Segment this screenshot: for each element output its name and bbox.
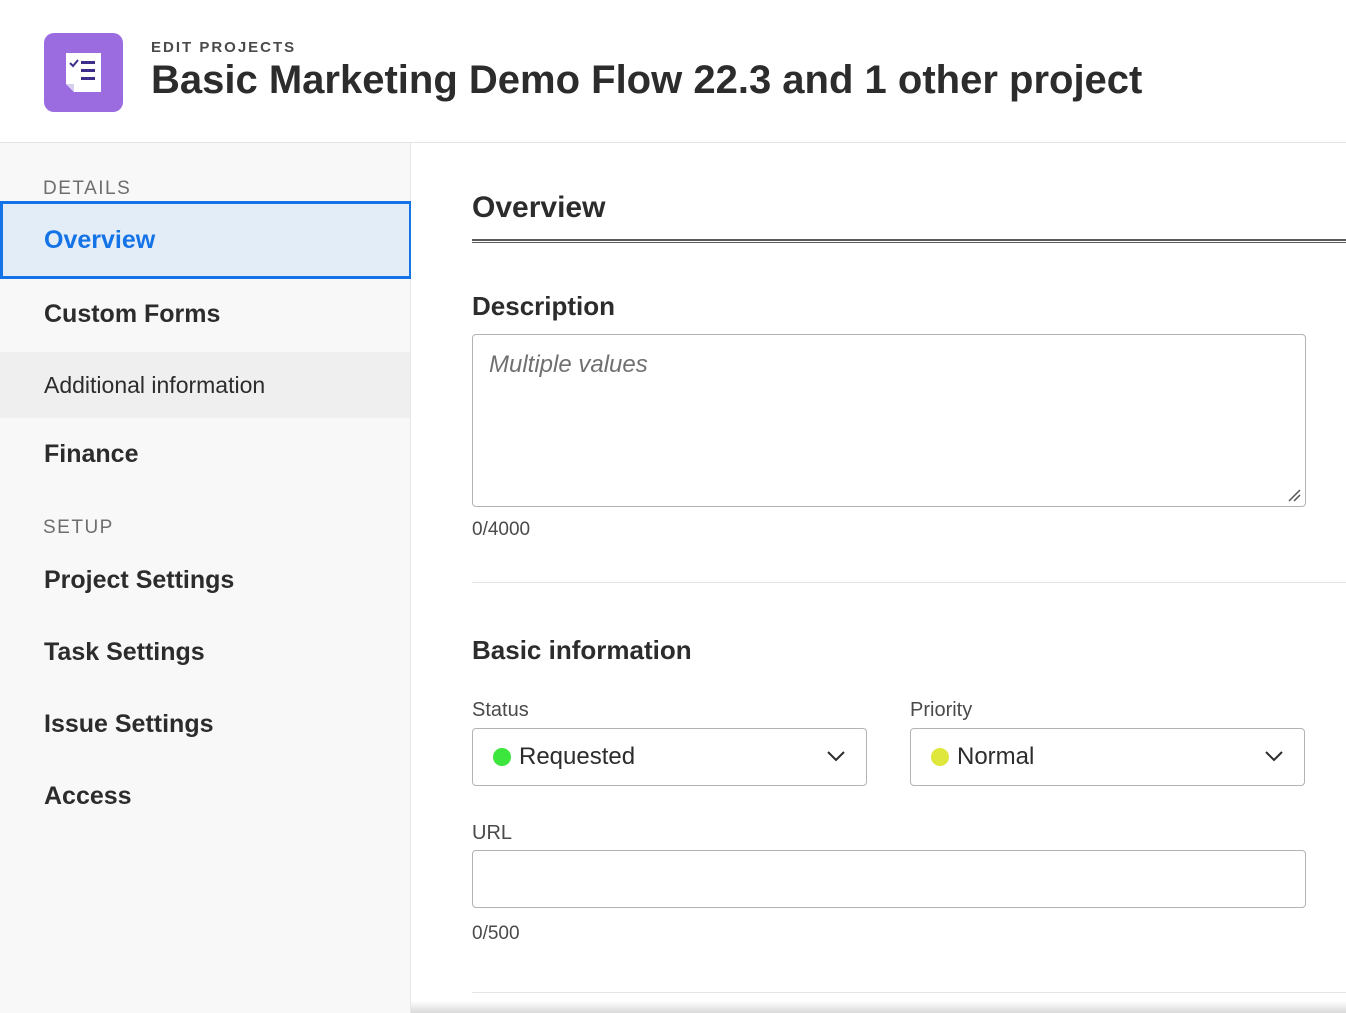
sidebar-item-label: Finance [44, 439, 139, 468]
sidebar-section-setup: SETUP [43, 517, 114, 538]
sidebar-section-details: DETAILS [43, 178, 132, 199]
scroll-shadow [411, 1001, 1346, 1013]
status-select[interactable]: Requested [472, 728, 867, 786]
sidebar-item-additional-information[interactable]: Additional information [0, 352, 410, 418]
status-dot [493, 748, 511, 766]
status-label: Status [472, 699, 529, 721]
status-value: Requested [519, 743, 636, 770]
priority-label: Priority [910, 699, 973, 721]
sidebar-item-project-settings[interactable]: Project Settings [0, 547, 410, 613]
sidebar-item-label: Issue Settings [44, 709, 214, 738]
sidebar: DETAILS Overview Custom Forms Additional… [0, 143, 412, 1013]
url-label: URL [472, 822, 513, 844]
section-title-rule [472, 239, 1346, 243]
sidebar-item-finance[interactable]: Finance [0, 421, 410, 487]
description-placeholder: Multiple values [489, 351, 648, 378]
sidebar-item-label: Task Settings [44, 637, 205, 666]
sidebar-item-label: Custom Forms [44, 299, 221, 328]
sidebar-item-label: Overview [44, 225, 156, 254]
main-content: Overview Description Multiple values 0/4… [411, 143, 1346, 1013]
basic-information-heading: Basic information [472, 635, 692, 665]
description-counter: 0/4000 [472, 519, 531, 540]
section-divider [472, 582, 1346, 583]
sidebar-item-task-settings[interactable]: Task Settings [0, 619, 410, 685]
sidebar-item-custom-forms[interactable]: Custom Forms [0, 281, 410, 347]
page-header: EDIT PROJECTS Basic Marketing Demo Flow … [0, 0, 1346, 143]
chevron-down-icon [827, 751, 845, 762]
sidebar-item-label: Project Settings [44, 565, 235, 594]
sidebar-item-overview[interactable]: Overview [0, 201, 412, 279]
url-counter: 0/500 [472, 923, 520, 944]
sidebar-item-label: Access [44, 781, 132, 810]
section-divider [472, 992, 1346, 993]
section-title: Overview [472, 191, 606, 224]
description-textarea[interactable]: Multiple values [472, 334, 1306, 507]
page-title: Basic Marketing Demo Flow 22.3 and 1 oth… [151, 58, 1143, 102]
sidebar-item-label: Additional information [44, 371, 266, 398]
sidebar-item-access[interactable]: Access [0, 763, 410, 829]
url-input[interactable] [472, 850, 1306, 908]
resize-handle-icon[interactable] [1287, 488, 1301, 502]
sidebar-item-issue-settings[interactable]: Issue Settings [0, 691, 410, 757]
priority-dot [931, 748, 949, 766]
description-heading: Description [472, 291, 616, 321]
chevron-down-icon [1265, 751, 1283, 762]
checklist-icon [44, 33, 123, 112]
priority-select[interactable]: Normal [910, 728, 1305, 786]
page-eyebrow: EDIT PROJECTS [151, 39, 297, 56]
priority-value: Normal [957, 743, 1035, 770]
